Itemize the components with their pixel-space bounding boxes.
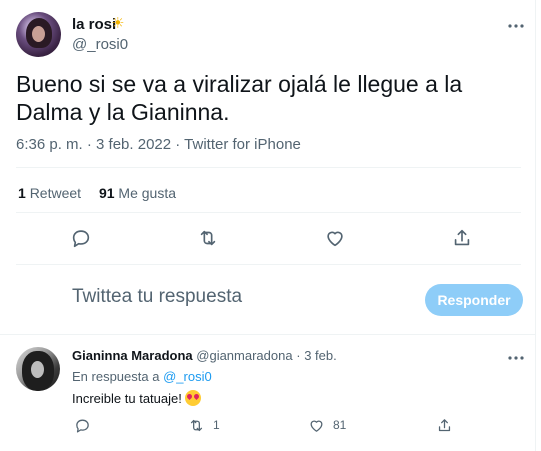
divider (16, 212, 521, 213)
divider (16, 264, 521, 265)
share-icon[interactable] (451, 227, 473, 249)
likes-stat[interactable]: 91 Me gusta (99, 185, 176, 201)
reply-author-name[interactable]: Gianinna Maradona (72, 348, 193, 363)
heart-eyes-emoji-icon (184, 390, 201, 406)
author-avatar[interactable] (16, 12, 61, 57)
retweets-stat[interactable]: 1 Retweet (18, 185, 81, 201)
likes-label: Me gusta (118, 185, 176, 201)
author-name[interactable]: la rosi (72, 16, 116, 33)
reply-retweet-button[interactable]: 1 (188, 416, 220, 434)
reply-text: Increible tu tatuaje! (72, 390, 201, 406)
more-options-icon[interactable] (506, 16, 526, 36)
reply-like-button[interactable]: 81 (308, 416, 346, 434)
retweet-icon (190, 419, 203, 431)
responder-button[interactable]: Responder (425, 284, 523, 316)
reply-date[interactable]: 3 feb. (304, 348, 337, 363)
tweet-stats: 1 Retweet 91 Me gusta (18, 185, 176, 201)
retweet-icon[interactable] (197, 227, 219, 249)
reply-more-options-icon[interactable] (506, 348, 526, 368)
divider (16, 167, 521, 168)
avatar-face (32, 26, 45, 42)
reply-icon[interactable] (70, 227, 92, 249)
in-reply-handle-link[interactable]: @_rosi0 (163, 369, 212, 384)
reply-icon (76, 419, 89, 433)
reply-author-handle[interactable]: @gianmaradona (196, 348, 292, 363)
reply-dot: · (296, 348, 301, 363)
in-reply-prefix: En respuesta a (72, 369, 160, 384)
reply-header: Gianinna Maradona @gianmaradona · 3 feb. (72, 348, 337, 363)
likes-count: 91 (98, 185, 115, 201)
author-handle[interactable]: @_rosi0 (72, 36, 128, 53)
reply-text-content: Increible tu tatuaje! (72, 391, 182, 406)
like-icon (310, 420, 323, 432)
tweet-detail-card: la rosi ☀ @_rosi0 Bueno si se va a viral… (0, 0, 536, 451)
reply-retweet-count: 1 (213, 418, 220, 432)
retweets-count: 1 (18, 185, 26, 201)
in-reply-to: En respuesta a @_rosi0 (72, 369, 212, 384)
retweets-label: Retweet (29, 185, 82, 201)
reply-reply-button[interactable] (74, 416, 91, 434)
reply-like-count: 81 (333, 418, 347, 432)
divider (0, 334, 536, 335)
reply-share-button[interactable] (436, 416, 453, 434)
tweet-meta[interactable]: 6:36 p. m. · 3 feb. 2022 · Twitter for i… (16, 136, 301, 153)
reply-author-avatar[interactable] (16, 347, 60, 391)
share-icon (438, 418, 451, 431)
tweet-text: Bueno si se va a viralizar ojalá le lleg… (16, 71, 463, 125)
reply-avatar-face (31, 361, 44, 378)
sun-emoji-icon: ☀ (111, 15, 125, 32)
reply-composer-input[interactable]: Twittea tu respuesta (72, 286, 402, 308)
like-icon[interactable] (324, 227, 346, 249)
